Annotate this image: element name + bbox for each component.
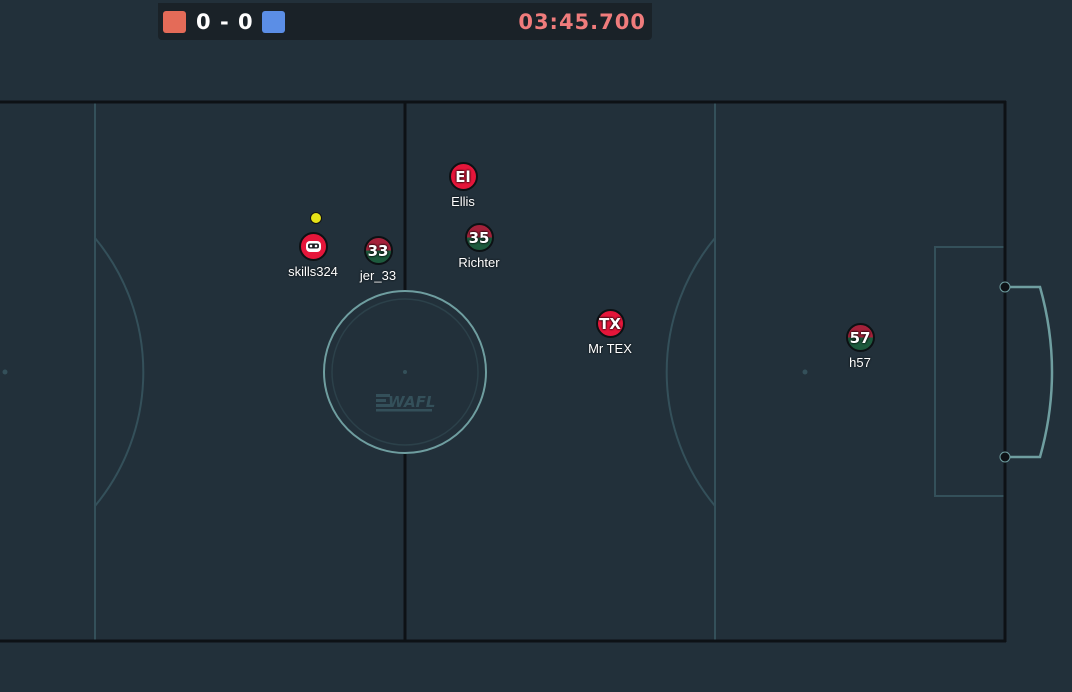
- field-logo-text: WAFL: [388, 393, 435, 411]
- goal-post-bottom: [999, 451, 1011, 463]
- player-avatar: El: [448, 162, 478, 191]
- goal-box: [934, 246, 1005, 497]
- goal-net: [1005, 285, 1054, 459]
- player-richter[interactable]: 35 Richter: [419, 223, 539, 270]
- match-clock: 03:45.700: [518, 10, 646, 34]
- player-h57[interactable]: 57 h57: [800, 323, 920, 370]
- blue-score: 0: [238, 10, 253, 34]
- red-team-swatch: [163, 11, 186, 33]
- player-name: h57: [849, 355, 871, 370]
- player-avatar: 33: [363, 236, 393, 265]
- left-spot: [2, 369, 8, 375]
- center-circle: WAFL: [323, 290, 487, 454]
- ball: [310, 212, 322, 224]
- score-separator: -: [220, 10, 229, 34]
- left-penalty-arc: [94, 237, 145, 507]
- scoreboard: 0 - 0 03:45.700: [158, 3, 652, 40]
- right-spot: [802, 369, 808, 375]
- player-mr-tex[interactable]: TX Mr TEX: [550, 309, 670, 356]
- player-avatar: 57: [845, 323, 875, 352]
- player-avatar: TX: [595, 309, 625, 338]
- player-avatar: 35: [464, 223, 494, 252]
- player-ellis[interactable]: El Ellis: [403, 162, 523, 209]
- right-penalty-arc: [665, 237, 716, 507]
- blue-team-swatch: [262, 11, 285, 33]
- player-name: jer_33: [359, 268, 397, 283]
- red-score: 0: [196, 10, 211, 34]
- player-name: Richter: [458, 255, 500, 270]
- goal-post-top: [999, 281, 1011, 293]
- player-name: Ellis: [451, 194, 475, 209]
- player-name: Mr TEX: [588, 341, 632, 356]
